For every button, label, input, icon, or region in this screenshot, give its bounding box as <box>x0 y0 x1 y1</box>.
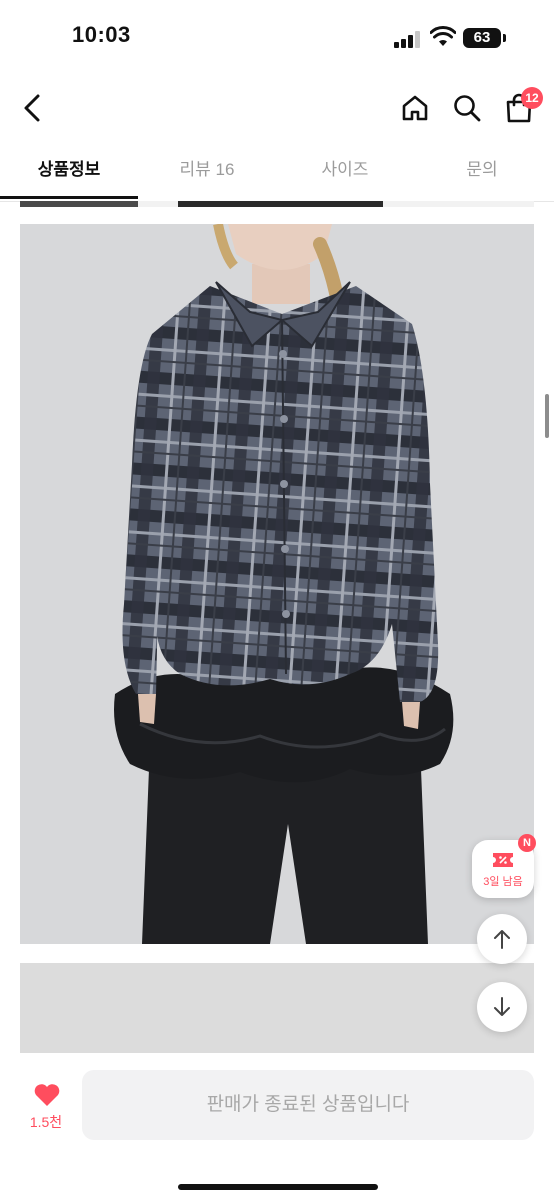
scrollbar[interactable] <box>545 394 549 438</box>
top-nav-bar <box>0 80 554 136</box>
model-wearing-plaid-shirt-image <box>20 224 534 944</box>
cart-count-badge: 12 <box>521 87 543 109</box>
search-icon <box>454 95 481 122</box>
battery-cap <box>503 34 506 42</box>
product-photo[interactable] <box>20 224 534 944</box>
status-bar: 10:03 63 <box>0 0 554 72</box>
home-button[interactable] <box>396 88 434 128</box>
tab-size[interactable]: 사이즈 <box>276 145 414 199</box>
ticket-icon <box>493 853 513 867</box>
wifi-icon <box>430 26 456 46</box>
next-product-photo[interactable] <box>20 963 534 1053</box>
tab-reviews[interactable]: 리뷰 16 <box>138 145 276 199</box>
heart-icon[interactable] <box>33 1083 61 1107</box>
tab-product-info[interactable]: 상품정보 <box>0 145 138 199</box>
arrow-down-icon <box>494 997 510 1016</box>
chevron-left-icon <box>24 94 40 122</box>
sold-out-button[interactable]: 판매가 종료된 상품입니다 <box>82 1070 534 1140</box>
home-indicator[interactable] <box>178 1184 378 1190</box>
arrow-up-icon <box>494 930 510 949</box>
cellular-signal-icon <box>394 30 424 48</box>
active-tab-indicator <box>0 196 138 199</box>
scroll-bottom-button[interactable] <box>477 982 527 1032</box>
home-icon <box>402 95 428 121</box>
coupon-remaining-label: 3일 남음 <box>483 876 523 888</box>
product-tabs: 상품정보 리뷰 16 사이즈 문의 <box>0 145 554 202</box>
back-button[interactable] <box>14 88 50 128</box>
search-button[interactable] <box>448 88 486 128</box>
new-badge: N <box>518 834 536 852</box>
battery-level: 63 <box>463 28 501 48</box>
scroll-top-button[interactable] <box>477 914 527 964</box>
like-count: 1.5천 <box>29 1114 63 1130</box>
tab-inquiry[interactable]: 문의 <box>414 145 550 199</box>
previous-photo-edge <box>20 201 534 207</box>
status-time: 10:03 <box>72 22 131 47</box>
